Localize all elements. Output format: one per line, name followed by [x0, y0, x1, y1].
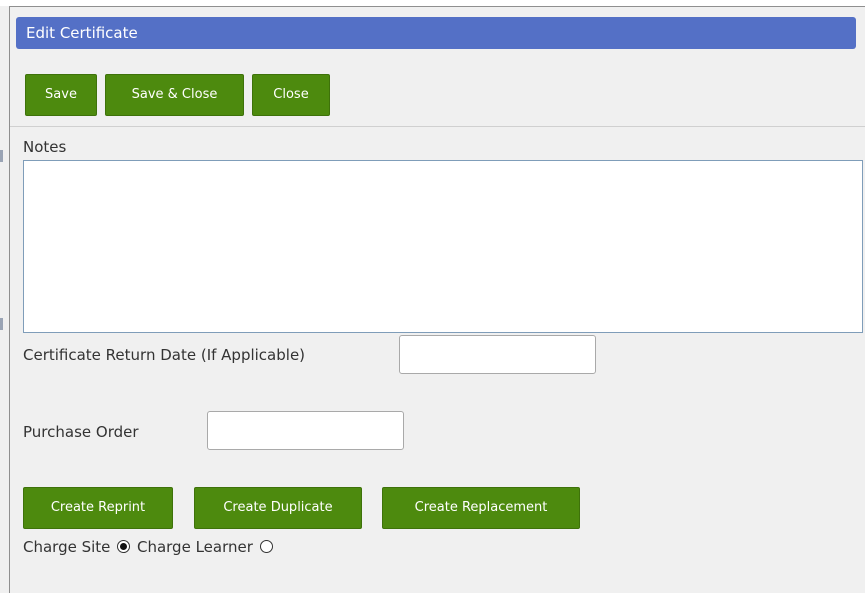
dialog-title: Edit Certificate [26, 24, 138, 42]
save-and-close-button[interactable]: Save & Close [105, 74, 244, 116]
charge-site-label: Charge Site [23, 538, 111, 556]
dialog-title-bar: Edit Certificate [16, 17, 856, 49]
purchase-order-label: Purchase Order [23, 423, 139, 441]
background-page-fragment [0, 150, 3, 162]
purchase-order-input[interactable] [207, 411, 404, 450]
notes-textarea[interactable] [23, 160, 863, 333]
toolbar-divider [10, 126, 865, 127]
return-date-label: Certificate Return Date (If Applicable) [23, 346, 306, 364]
create-reprint-button[interactable]: Create Reprint [23, 487, 173, 529]
charge-learner-label: Charge Learner [136, 538, 253, 556]
charge-option-group: Charge Site Charge Learner [23, 538, 275, 556]
close-button[interactable]: Close [252, 74, 330, 116]
save-button[interactable]: Save [25, 74, 97, 116]
charge-site-radio[interactable] [117, 540, 131, 553]
notes-label: Notes [23, 138, 67, 156]
background-page-fragment [0, 318, 3, 330]
charge-learner-radio[interactable] [259, 540, 273, 553]
return-date-input[interactable] [399, 335, 596, 374]
create-duplicate-button[interactable]: Create Duplicate [194, 487, 362, 529]
create-replacement-button[interactable]: Create Replacement [382, 487, 580, 529]
